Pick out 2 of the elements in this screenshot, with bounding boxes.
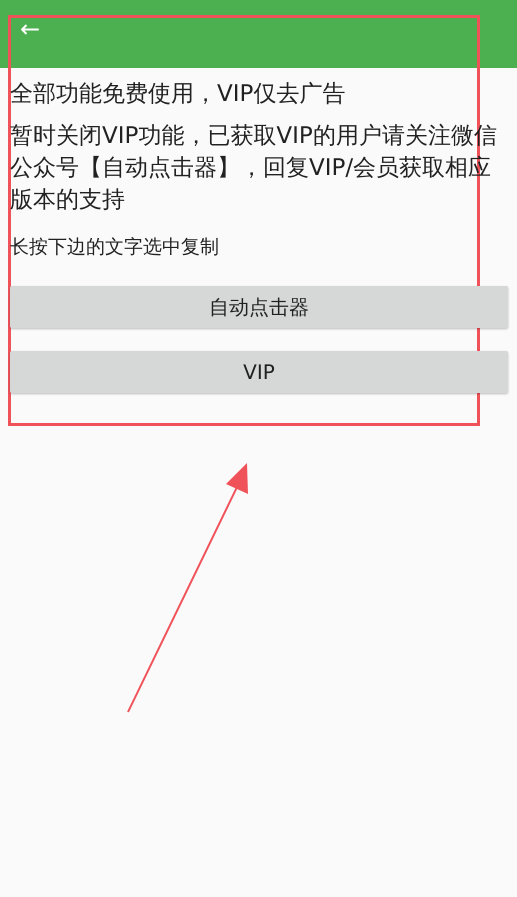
copy-button[interactable]: 自动点击器 [10,286,508,328]
copy-button[interactable]: VIP [10,351,508,393]
